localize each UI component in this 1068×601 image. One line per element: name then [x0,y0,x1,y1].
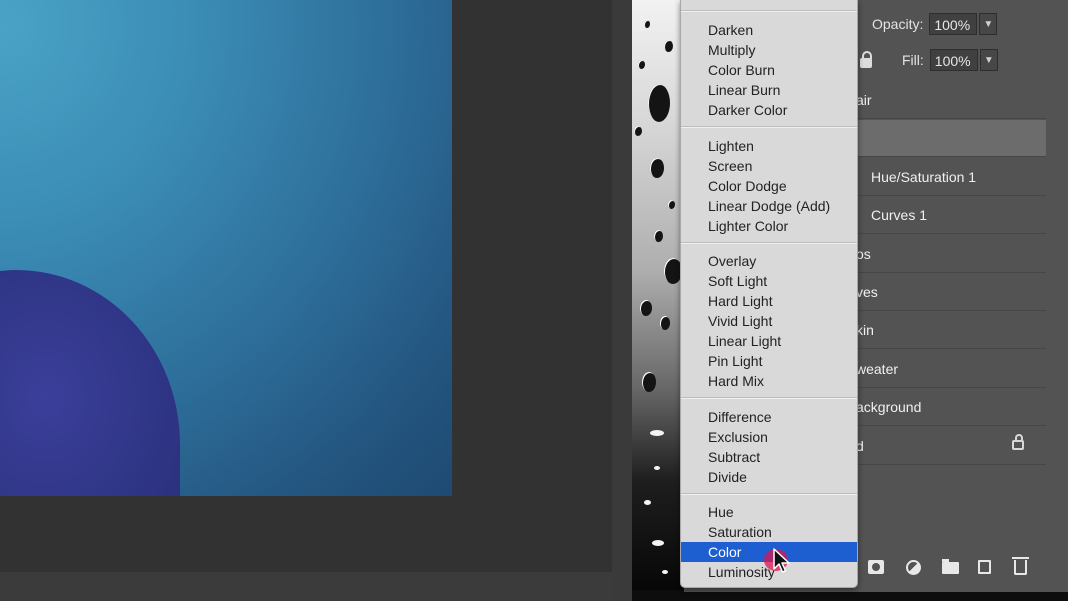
water-drop [642,372,656,392]
water-drop [662,570,668,574]
menu-item-linear-light[interactable]: Linear Light [681,331,857,351]
menu-item-linear-dodge[interactable]: Linear Dodge (Add) [681,196,857,216]
layer-name: kin [856,322,874,338]
layer-name: air [856,92,872,108]
fill-control[interactable]: Fill: 100% ▼ [902,47,998,73]
menu-item-linear-burn[interactable]: Linear Burn [681,80,857,100]
layers-panel-footer [824,552,1068,582]
blend-mode-menu: Darken Multiply Color Burn Linear Burn D… [680,0,858,588]
new-layer-icon[interactable] [978,560,991,574]
sweater-shape [0,270,180,496]
document-image[interactable] [0,0,452,496]
water-drop [654,466,660,470]
menu-item-divide[interactable]: Divide [681,467,857,487]
opacity-input[interactable]: 100% [929,13,978,35]
menu-item-darken[interactable]: Darken [681,20,857,40]
channel-preview-strip [632,0,684,601]
fill-label: Fill: [902,52,924,68]
menu-item-hue[interactable]: Hue [681,502,857,522]
lock-icon [1012,434,1024,450]
menu-separator [681,242,857,244]
water-drop [650,430,664,436]
menu-item-color-dodge[interactable]: Color Dodge [681,176,857,196]
chevron-down-icon[interactable]: ▼ [979,13,998,35]
menu-item-lighter-color[interactable]: Lighter Color [681,216,857,236]
layer-name: Curves 1 [871,207,928,223]
menu-item-exclusion[interactable]: Exclusion [681,427,857,447]
water-drop [638,60,645,69]
menu-item-pin-light[interactable]: Pin Light [681,351,857,371]
menu-item-subtract[interactable]: Subtract [681,447,857,467]
menu-item-color-burn[interactable]: Color Burn [681,60,857,80]
menu-separator [681,493,857,495]
water-drop [640,300,652,316]
menu-item-difference[interactable]: Difference [681,407,857,427]
opacity-control[interactable]: Opacity: 100% ▼ [872,11,998,37]
chevron-down-icon[interactable]: ▼ [979,49,998,71]
canvas-horizontal-scrollbar[interactable] [0,572,612,601]
layer-name: ackground [856,399,922,415]
menu-item-hard-light[interactable]: Hard Light [681,291,857,311]
trash-icon[interactable] [1012,557,1029,575]
water-drop [664,40,673,52]
water-drop [634,126,642,136]
water-drop [660,316,670,330]
menu-separator [681,10,857,12]
menu-item-soft-light[interactable]: Soft Light [681,271,857,291]
folder-icon[interactable] [942,559,959,574]
water-drop [668,200,675,209]
water-drop [650,158,664,178]
menu-item-saturation[interactable]: Saturation [681,522,857,542]
water-drop [648,84,670,122]
panel-divider [612,0,632,601]
fill-input[interactable]: 100% [929,49,978,71]
menu-item-screen[interactable]: Screen [681,156,857,176]
layer-name: Hue/Saturation 1 [871,169,977,185]
water-drop [644,500,651,505]
canvas-area[interactable] [0,0,612,572]
layer-name: os [856,246,871,262]
lock-icon[interactable] [860,51,872,68]
layer-name: weater [856,361,899,377]
layer-name: ves [856,284,878,300]
water-drop [644,20,650,28]
menu-item-darker-color[interactable]: Darker Color [681,100,857,120]
mask-icon[interactable] [868,560,884,574]
menu-item-hard-mix[interactable]: Hard Mix [681,371,857,391]
menu-item-lighten[interactable]: Lighten [681,136,857,156]
water-drop [654,230,663,242]
menu-separator [681,397,857,399]
menu-item-multiply[interactable]: Multiply [681,40,857,60]
menu-separator [681,126,857,128]
menu-item-overlay[interactable]: Overlay [681,251,857,271]
opacity-label: Opacity: [872,16,924,32]
adjustment-icon[interactable] [906,560,921,575]
menu-item-vivid-light[interactable]: Vivid Light [681,311,857,331]
water-drop [652,540,664,546]
mouse-pointer-icon [773,548,790,573]
